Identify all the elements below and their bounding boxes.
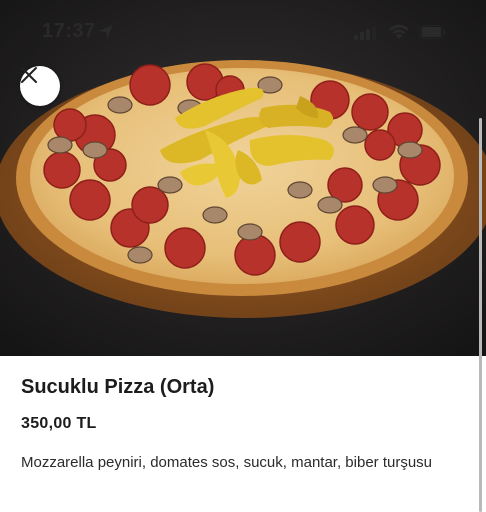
product-price: 350,00 TL: [21, 415, 97, 432]
scrollbar[interactable]: [479, 118, 482, 512]
status-time: 17:37: [42, 20, 96, 42]
status-bar: 17:37: [0, 0, 486, 60]
product-details: Sucuklu Pizza (Orta) 350,00 TL Mozzarell…: [0, 356, 486, 512]
close-button[interactable]: [20, 66, 60, 106]
product-image: 17:37: [0, 0, 486, 356]
product-title: Sucuklu Pizza (Orta): [21, 376, 215, 398]
product-description: Mozzarella peyniri, domates sos, sucuk, …: [21, 454, 433, 471]
